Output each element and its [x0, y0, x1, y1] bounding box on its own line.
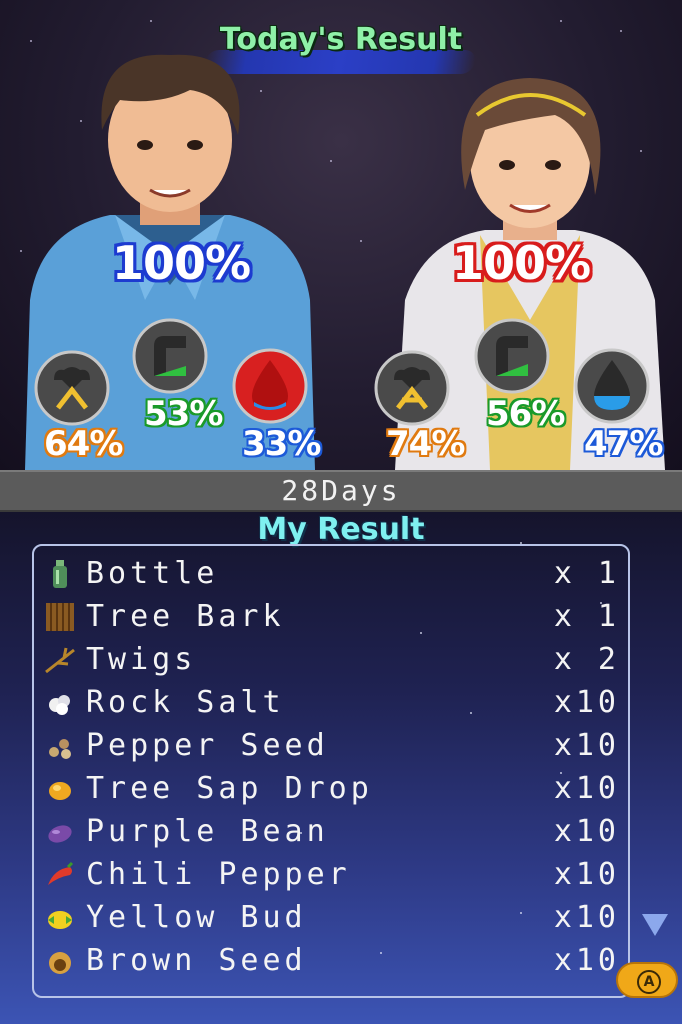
list-item[interactable]: Pepper Seed x10 [44, 726, 624, 768]
list-item[interactable]: Purple Bean x10 [44, 812, 624, 854]
item-name: Pepper Seed [86, 728, 329, 763]
yellow-bud-icon [44, 902, 76, 934]
male-food-percent: 53% [144, 394, 223, 434]
rock-salt-icon [44, 687, 76, 719]
item-name: Yellow Bud [86, 900, 307, 935]
item-name: Tree Bark [86, 599, 285, 634]
item-quantity: x10 [553, 943, 620, 978]
list-item[interactable]: Tree Bark x 1 [44, 597, 624, 639]
brown-seed-icon [44, 945, 76, 977]
a-button-label: A [637, 970, 661, 994]
female-overall-percent: 100% [452, 236, 591, 290]
female-stamina-icon [374, 350, 450, 426]
purple-bean-icon [44, 816, 76, 848]
female-water-icon [574, 348, 650, 424]
tree-bark-icon [44, 601, 76, 633]
item-name: Tree Sap Drop [86, 771, 373, 806]
male-water-icon [232, 348, 308, 424]
days-counter: 28Days [0, 470, 682, 512]
confirm-a-button[interactable]: A [616, 962, 678, 998]
my-result-title: My Result [257, 512, 425, 547]
list-item[interactable]: Yellow Bud x10 [44, 898, 624, 940]
scroll-down-arrow-icon[interactable] [642, 914, 668, 936]
pepper-seed-icon [44, 730, 76, 762]
item-name: Bottle [86, 556, 219, 591]
item-name: Purple Bean [86, 814, 329, 849]
list-item[interactable]: Rock Salt x10 [44, 683, 624, 725]
chili-pepper-icon [44, 859, 76, 891]
item-quantity: x10 [553, 814, 620, 849]
male-water-percent: 33% [242, 424, 321, 464]
item-name: Chili Pepper [86, 857, 351, 892]
male-food-icon [132, 318, 208, 394]
female-food-percent: 56% [486, 394, 565, 434]
female-food-icon [474, 318, 550, 394]
female-stamina-percent: 74% [386, 424, 465, 464]
item-quantity: x10 [553, 728, 620, 763]
item-quantity: x10 [553, 857, 620, 892]
male-overall-percent: 100% [112, 236, 251, 290]
list-item[interactable]: Chili Pepper x10 [44, 855, 624, 897]
male-stamina-icon [34, 350, 110, 426]
item-name: Rock Salt [86, 685, 285, 720]
item-name: Brown Seed [86, 943, 307, 978]
bottle-icon [44, 558, 76, 590]
item-quantity: x 1 [553, 599, 620, 634]
item-quantity: x 2 [553, 642, 620, 677]
item-quantity: x 1 [553, 556, 620, 591]
list-item[interactable]: Brown Seed x10 [44, 941, 624, 983]
twigs-icon [44, 644, 76, 676]
top-screen: Today's Result 100% 64% 53% 33% 100% 74%… [0, 0, 682, 470]
female-water-percent: 47% [584, 424, 663, 464]
list-item[interactable]: Bottle x 1 [44, 554, 624, 596]
bottom-screen: My Result Bottle x 1 Tree Bark x 1 Twigs… [0, 512, 682, 1024]
list-item[interactable]: Tree Sap Drop x10 [44, 769, 624, 811]
male-stamina-percent: 64% [44, 424, 123, 464]
list-item[interactable]: Twigs x 2 [44, 640, 624, 682]
item-quantity: x10 [553, 685, 620, 720]
tree-sap-icon [44, 773, 76, 805]
item-quantity: x10 [553, 771, 620, 806]
item-quantity: x10 [553, 900, 620, 935]
item-name: Twigs [86, 642, 197, 677]
